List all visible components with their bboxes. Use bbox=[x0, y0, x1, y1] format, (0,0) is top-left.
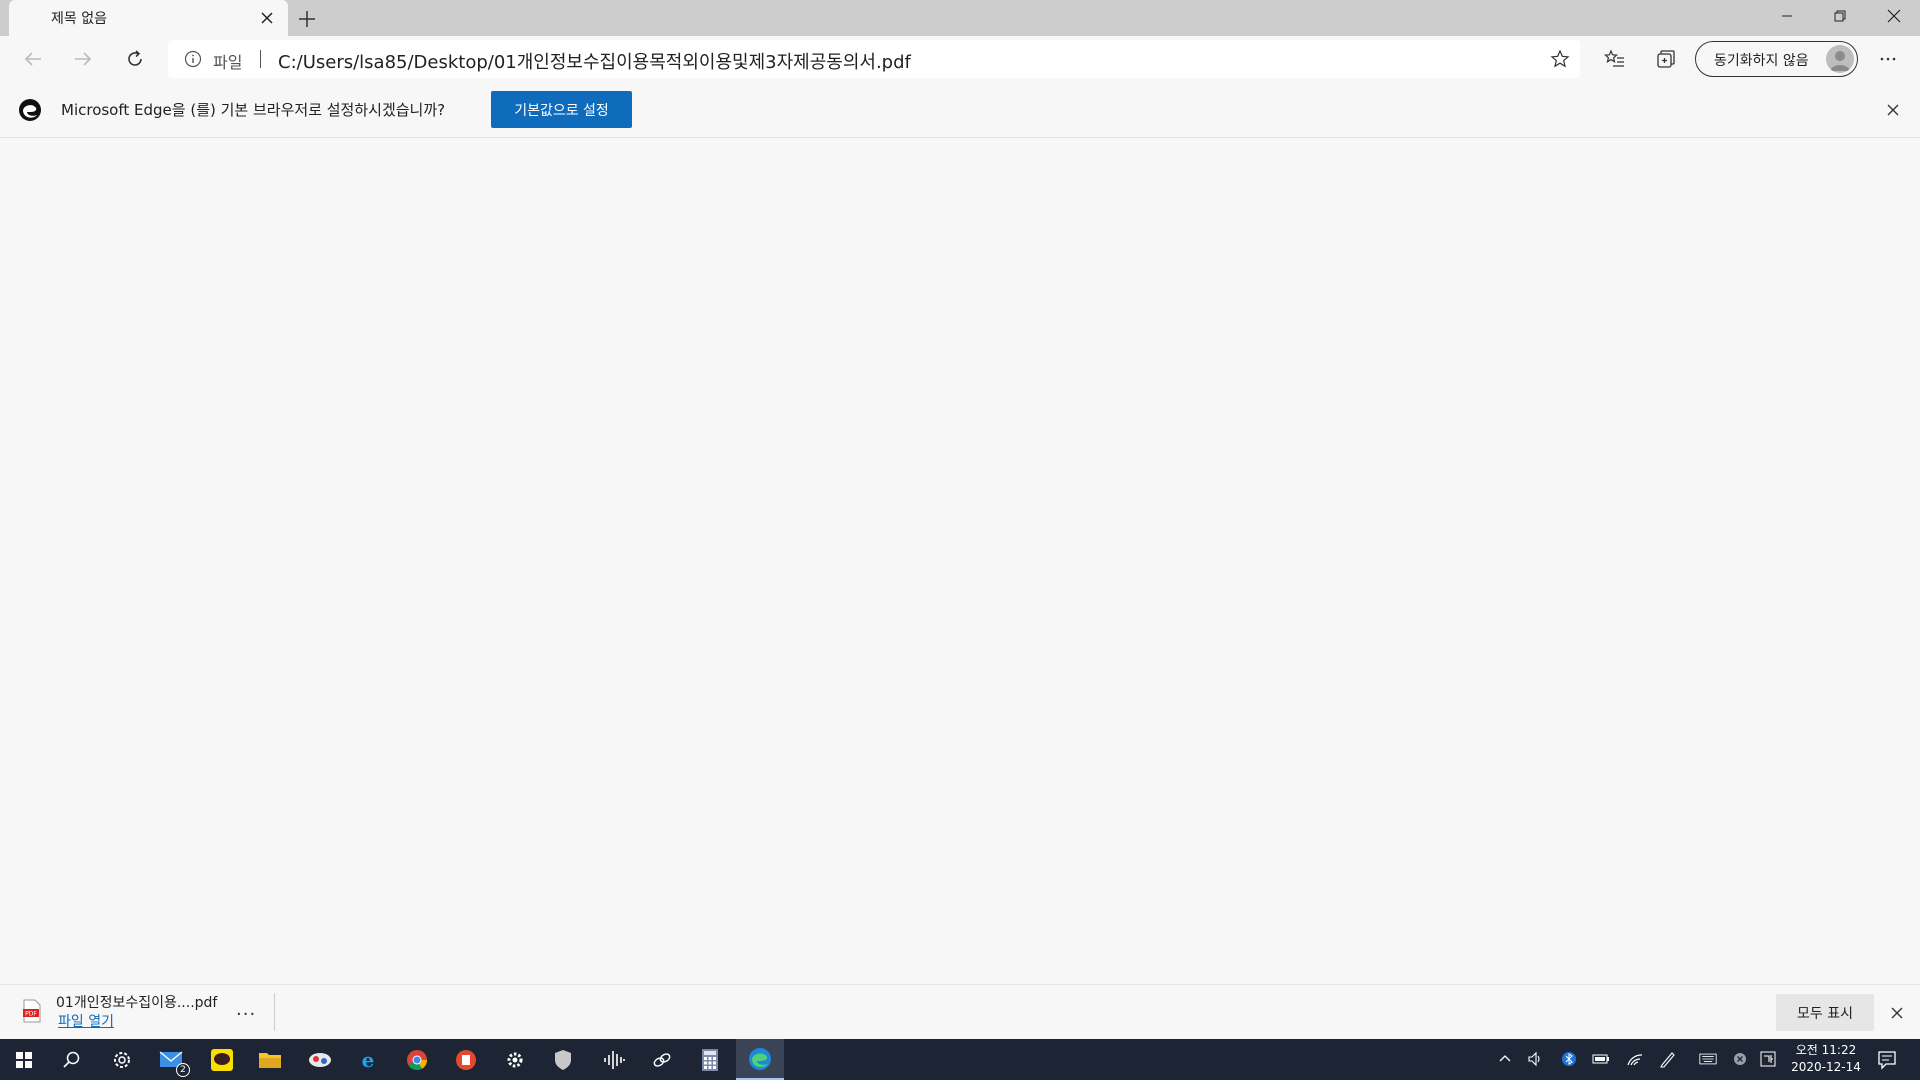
address-separator bbox=[260, 50, 261, 68]
back-button[interactable] bbox=[18, 44, 48, 74]
keyboard-icon[interactable] bbox=[1699, 1050, 1717, 1068]
taskbar-mail-app[interactable]: 2 bbox=[148, 1039, 196, 1080]
tab-strip: 제목 없음 bbox=[0, 0, 1920, 36]
collections-button[interactable] bbox=[1651, 44, 1681, 74]
new-tab-button[interactable] bbox=[294, 6, 320, 32]
tray-chevron-up-icon[interactable] bbox=[1496, 1050, 1514, 1068]
address-bar[interactable]: 파일 C:/Users/lsa85/Desktop/01개인정보수집이용목적외이… bbox=[168, 40, 1580, 78]
battery-icon[interactable] bbox=[1592, 1050, 1610, 1068]
settings-app-icon bbox=[114, 1051, 130, 1068]
start-button[interactable] bbox=[0, 1039, 48, 1080]
start-icon bbox=[16, 1051, 32, 1068]
address-scheme-label: 파일 bbox=[213, 53, 243, 72]
bluetooth-icon[interactable] bbox=[1560, 1050, 1578, 1068]
minimize-button[interactable] bbox=[1760, 0, 1814, 32]
download-bar-close-icon[interactable] bbox=[1887, 1003, 1907, 1023]
refresh-button[interactable] bbox=[120, 44, 150, 74]
red-app-icon bbox=[456, 1049, 476, 1070]
taskbar-cloud-app[interactable] bbox=[296, 1039, 344, 1080]
taskbar-file-explorer[interactable] bbox=[246, 1039, 294, 1080]
ellipsis-icon bbox=[1880, 57, 1896, 61]
forward-button[interactable] bbox=[68, 44, 98, 74]
set-default-button[interactable]: 기본값으로 설정 bbox=[491, 91, 632, 128]
back-arrow-icon bbox=[24, 52, 41, 66]
clock-time: 오전 11:22 bbox=[1795, 1043, 1857, 1057]
pen-icon[interactable] bbox=[1659, 1050, 1677, 1068]
shield-icon bbox=[555, 1049, 571, 1070]
clock-date: 2020-12-14 bbox=[1791, 1060, 1861, 1074]
more-menu-button[interactable] bbox=[1873, 44, 1903, 74]
infobar-close-icon[interactable] bbox=[1883, 100, 1903, 120]
taskbar-chrome[interactable] bbox=[393, 1039, 441, 1080]
profile-sync-label: 동기화하지 않음 bbox=[1714, 53, 1809, 69]
search-icon bbox=[63, 1051, 80, 1068]
calculator-icon bbox=[702, 1048, 718, 1071]
kakaotalk-icon bbox=[211, 1048, 233, 1071]
mail-badge: 2 bbox=[176, 1063, 190, 1077]
refresh-icon bbox=[128, 50, 142, 66]
show-all-button[interactable]: 모두 표시 bbox=[1776, 994, 1874, 1031]
taskbar-calculator[interactable] bbox=[686, 1039, 734, 1080]
pdf-file-icon: PDF bbox=[22, 999, 42, 1023]
favorites-list-icon bbox=[1604, 49, 1624, 67]
edge-icon bbox=[749, 1047, 771, 1070]
browser-toolbar: 파일 C:/Users/lsa85/Desktop/01개인정보수집이용목적외이… bbox=[0, 36, 1920, 82]
internet-explorer-icon: e bbox=[362, 1048, 375, 1072]
wifi-icon[interactable] bbox=[1626, 1050, 1644, 1068]
audio-wave-icon bbox=[604, 1050, 625, 1069]
window-close-button[interactable] bbox=[1867, 0, 1920, 32]
favorites-button[interactable] bbox=[1600, 44, 1630, 74]
address-url[interactable]: C:/Users/lsa85/Desktop/01개인정보수집이용목적외이용및제… bbox=[278, 48, 911, 74]
page-content bbox=[0, 138, 1920, 984]
download-file-name: 01개인정보수집이용....pdf bbox=[56, 995, 218, 1011]
avatar-icon bbox=[1826, 45, 1854, 73]
notification-center-icon[interactable] bbox=[1876, 1049, 1898, 1071]
favorite-star-icon[interactable] bbox=[1550, 49, 1570, 69]
taskbar-kakaotalk-app[interactable] bbox=[198, 1039, 246, 1080]
taskbar-search-button[interactable] bbox=[48, 1039, 96, 1080]
minimize-icon bbox=[1782, 15, 1792, 17]
collections-icon bbox=[1657, 50, 1675, 68]
taskbar-red-app[interactable] bbox=[442, 1039, 490, 1080]
default-browser-infobar: Microsoft Edge을 (를) 기본 브라우저로 설정하시겠습니까? 기… bbox=[0, 82, 1920, 138]
taskbar-settings-app[interactable] bbox=[98, 1039, 146, 1080]
gear-icon bbox=[507, 1052, 523, 1067]
restore-button[interactable] bbox=[1813, 0, 1867, 32]
taskbar-edge[interactable] bbox=[736, 1039, 784, 1080]
edge-logo-icon bbox=[18, 98, 42, 122]
taskbar-clock[interactable]: 오전 11:22 2020-12-14 bbox=[1790, 1042, 1862, 1076]
restore-icon bbox=[1834, 10, 1846, 22]
windows-taskbar: 2 e 오전 11:22 2020-12-14 bbox=[0, 1039, 1920, 1080]
download-more-button[interactable]: ... bbox=[236, 999, 256, 1020]
tab-active[interactable]: 제목 없음 bbox=[9, 0, 288, 36]
open-file-link[interactable]: 파일 열기 bbox=[58, 1011, 114, 1031]
file-explorer-icon bbox=[259, 1052, 281, 1068]
infobar-message: Microsoft Edge을 (를) 기본 브라우저로 설정하시겠습니까? bbox=[61, 101, 446, 119]
taskbar-gear-app[interactable] bbox=[491, 1039, 539, 1080]
volume-icon[interactable] bbox=[1526, 1050, 1544, 1068]
svg-text:PDF: PDF bbox=[25, 1011, 37, 1018]
ime-icon[interactable] bbox=[1759, 1050, 1777, 1068]
chrome-icon bbox=[407, 1049, 428, 1070]
close-icon bbox=[1887, 9, 1901, 23]
taskbar-link-app[interactable] bbox=[638, 1039, 686, 1080]
download-divider bbox=[274, 993, 275, 1031]
taskbar-shield-app[interactable] bbox=[539, 1039, 587, 1080]
tray-close-circle-icon[interactable] bbox=[1731, 1050, 1749, 1068]
svg-text:e: e bbox=[362, 1048, 375, 1072]
forward-arrow-icon bbox=[75, 52, 92, 66]
tab-title: 제목 없음 bbox=[51, 11, 107, 27]
cloud-app-icon bbox=[309, 1052, 331, 1067]
info-icon[interactable] bbox=[184, 50, 202, 68]
profile-sync-button[interactable]: 동기화하지 않음 bbox=[1695, 41, 1858, 77]
taskbar-internet-explorer[interactable]: e bbox=[344, 1039, 392, 1080]
download-bar: PDF 01개인정보수집이용....pdf 파일 열기 ... 모두 표시 bbox=[0, 984, 1920, 1039]
taskbar-audio-app[interactable] bbox=[590, 1039, 638, 1080]
tab-close-icon[interactable] bbox=[258, 9, 276, 27]
link-icon bbox=[653, 1052, 671, 1067]
